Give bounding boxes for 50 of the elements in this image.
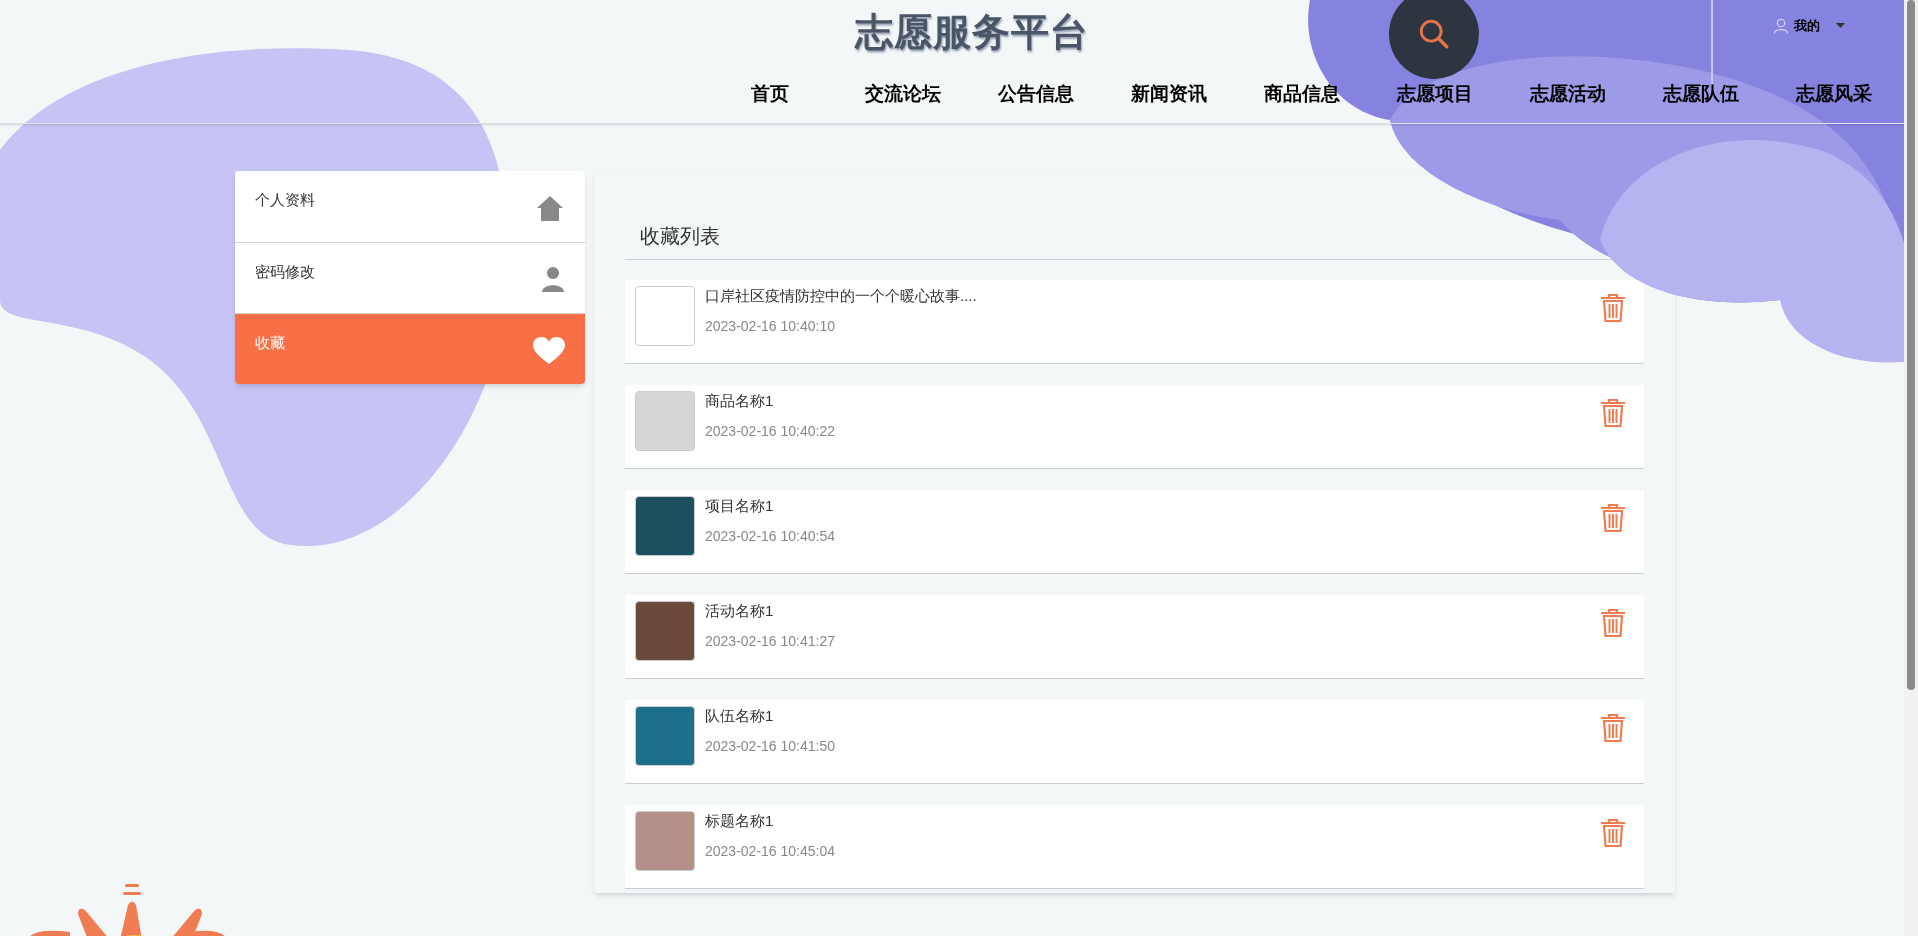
nav-link[interactable]: 交流论坛 [836,80,969,109]
favorite-item[interactable]: 标题名称1 2023-02-16 10:45:04 [625,805,1644,889]
favorite-item[interactable]: 项目名称1 2023-02-16 10:40:54 [625,490,1644,574]
item-time: 2023-02-16 10:40:22 [705,422,836,441]
nav-link[interactable]: 公告信息 [969,80,1102,109]
favorite-item[interactable]: 商品名称1 2023-02-16 10:40:22 [625,385,1644,469]
delete-button[interactable] [1600,713,1626,743]
nav-link[interactable]: 志愿项目 [1368,80,1501,109]
delete-button[interactable] [1600,398,1626,428]
delete-button[interactable] [1600,818,1626,848]
item-time: 2023-02-16 10:41:27 [705,632,836,651]
item-title: 商品名称1 [705,391,775,411]
caret-icon [1836,22,1845,29]
item-time: 2023-02-16 10:40:54 [705,527,836,546]
trash-icon [1600,293,1626,323]
delete-button[interactable] [1600,608,1626,638]
heart-icon [533,337,565,365]
favorite-item[interactable]: 活动名称1 2023-02-16 10:41:27 [625,595,1644,679]
item-title: 活动名称1 [705,601,775,621]
favorite-item[interactable]: 队伍名称1 2023-02-16 10:41:50 [625,700,1644,784]
item-time: 2023-02-16 10:40:10 [705,317,836,336]
item-time: 2023-02-16 10:41:50 [705,737,836,756]
item-title: 标题名称1 [705,811,775,831]
site-title: 志愿服务平台 [855,10,1089,55]
item-title: 队伍名称1 [705,706,775,726]
user-menu[interactable]: 我的 [1772,16,1845,36]
sidebar-item[interactable]: 密码修改 [235,242,585,313]
user-icon [1772,16,1790,35]
item-time: 2023-02-16 10:45:04 [705,842,836,861]
nav-link[interactable]: 志愿风采 [1767,80,1900,109]
user-icon [541,266,565,292]
search-icon [1417,17,1451,51]
scrollbar[interactable] [1907,0,1915,690]
nav-link[interactable]: 首页 [703,80,836,109]
trash-icon [1600,713,1626,743]
nav-link[interactable]: 新闻资讯 [1102,80,1235,109]
delete-button[interactable] [1600,503,1626,533]
delete-button[interactable] [1600,293,1626,323]
trash-icon [1600,608,1626,638]
item-title: 项目名称1 [705,496,775,516]
favorite-item[interactable]: 口岸社区疫情防控中的一个个暖心故事.... 2023-02-16 10:40:10 [625,280,1644,364]
home-icon [535,194,565,222]
item-title: 口岸社区疫情防控中的一个个暖心故事.... [705,286,978,306]
trash-icon [1600,398,1626,428]
nav-link[interactable]: 志愿活动 [1501,80,1634,109]
nav-link[interactable]: 商品信息 [1235,80,1368,109]
trash-icon [1600,818,1626,848]
sidebar-item[interactable]: 个人资料 [235,171,585,242]
nav-link[interactable]: 志愿队伍 [1634,80,1767,109]
trash-icon [1600,503,1626,533]
